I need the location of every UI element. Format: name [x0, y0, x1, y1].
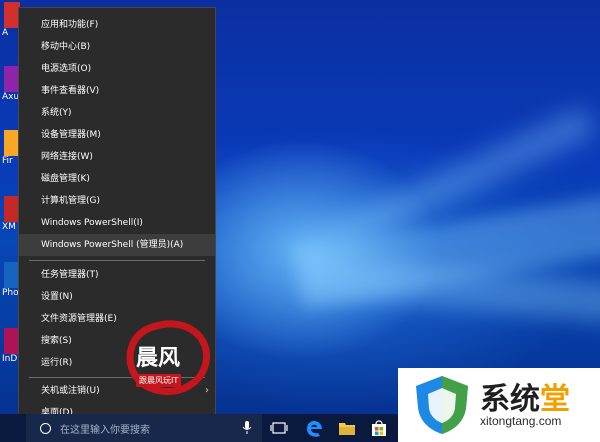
menu-item-event-viewer[interactable]: 事件查看器(V)	[19, 80, 215, 102]
search-placeholder: 在这里输入你要搜索	[60, 425, 150, 436]
menu-item-mobility-center[interactable]: 移动中心(B)	[19, 36, 215, 58]
task-view-icon[interactable]	[270, 420, 288, 436]
menu-item-apps-features[interactable]: 应用和功能(F)	[19, 14, 215, 36]
menu-item-label: 关机或注销(U)	[41, 386, 100, 396]
brand-name-part1: 系统	[480, 382, 540, 417]
menu-item-task-manager[interactable]: 任务管理器(T)	[19, 264, 215, 286]
watermark-logo: 晨风 跟晨风玩IT	[120, 318, 212, 398]
edge-icon[interactable]	[305, 420, 323, 438]
menu-item-system[interactable]: 系统(Y)	[19, 102, 215, 124]
search-circle-icon	[40, 423, 51, 434]
menu-separator	[29, 260, 205, 261]
menu-item-settings[interactable]: 设置(N)	[19, 286, 215, 308]
store-icon[interactable]	[370, 419, 388, 437]
brand-name-part2: 堂	[540, 382, 570, 417]
menu-item-disk-management[interactable]: 磁盘管理(K)	[19, 168, 215, 190]
menu-item-powershell[interactable]: Windows PowerShell(I)	[19, 212, 215, 234]
menu-item-powershell-admin[interactable]: Windows PowerShell (管理员)(A)	[19, 234, 215, 256]
menu-item-network-connections[interactable]: 网络连接(W)	[19, 146, 215, 168]
watermark-subtitle: 跟晨风玩IT	[136, 374, 182, 387]
brand-url: xitongtang.com	[480, 414, 562, 428]
taskbar-search-box[interactable]: 在这里输入你要搜索	[26, 414, 262, 442]
menu-item-device-manager[interactable]: 设备管理器(M)	[19, 124, 215, 146]
menu-item-power-options[interactable]: 电源选项(O)	[19, 58, 215, 80]
shield-icon	[416, 376, 468, 434]
file-explorer-icon[interactable]	[338, 420, 356, 436]
brand-name: 系统堂	[480, 374, 570, 418]
menu-item-computer-management[interactable]: 计算机管理(G)	[19, 190, 215, 212]
site-brand-watermark: 系统堂 xitongtang.com	[398, 368, 600, 442]
watermark-title: 晨风	[136, 345, 181, 371]
microphone-icon[interactable]	[242, 420, 252, 436]
